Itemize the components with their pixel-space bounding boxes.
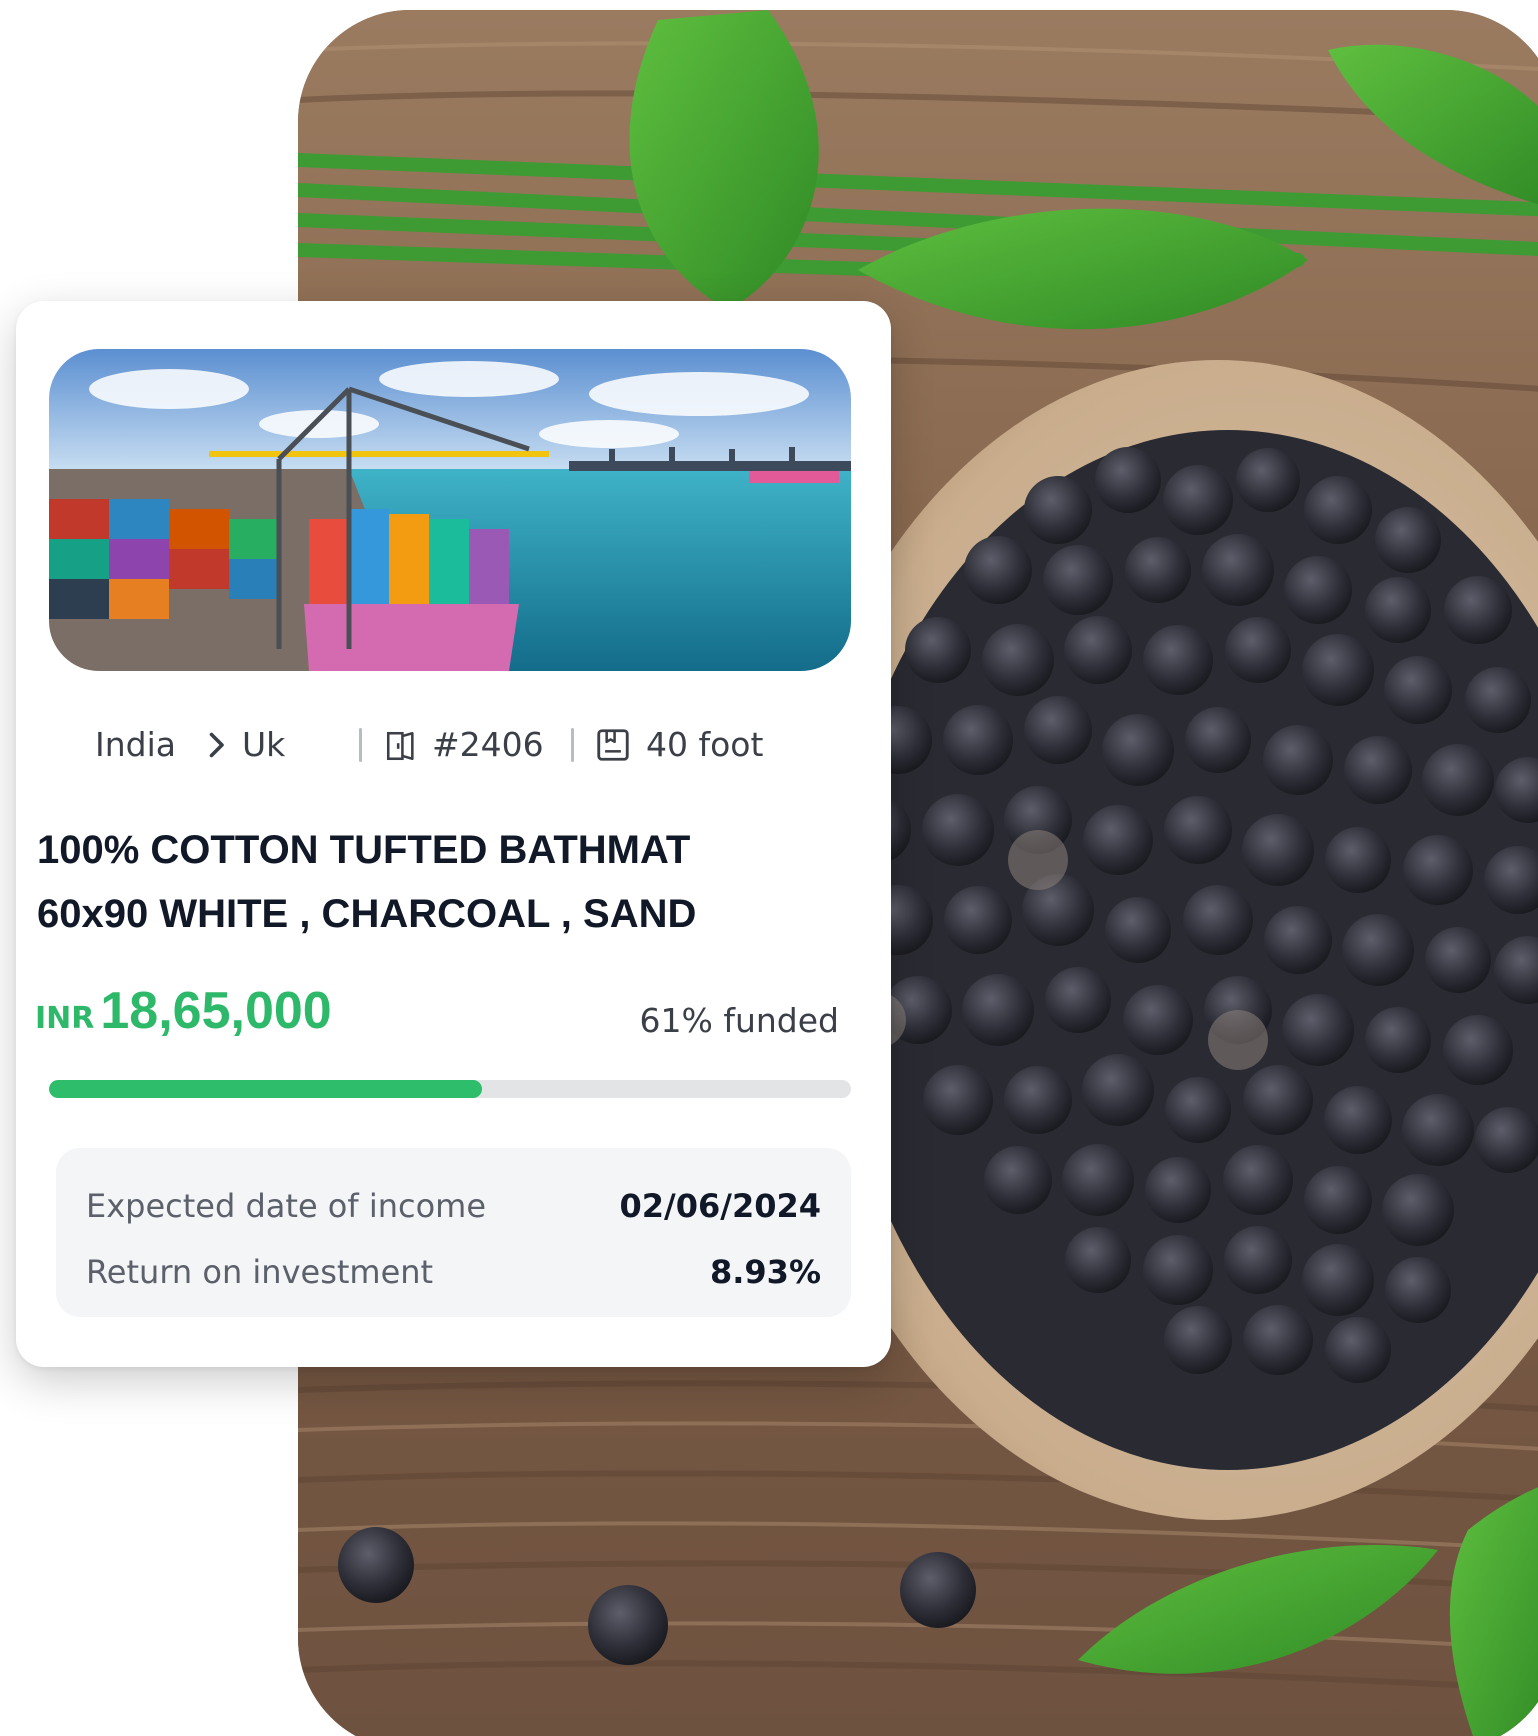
amount-value: 18,65,000: [100, 982, 332, 1040]
port-image: [49, 349, 851, 671]
cargo-box-icon: [597, 729, 629, 761]
expected-income-row: Expected date of income 02/06/2024: [86, 1182, 821, 1230]
container-door-icon: [386, 731, 414, 761]
chevron-right-icon: [209, 732, 224, 758]
roi-label: Return on investment: [86, 1253, 434, 1291]
container-port-art: [49, 349, 851, 671]
shipment-card[interactable]: India Uk #2406 40 foot 100% COTTON TUFTE…: [16, 301, 891, 1367]
roi-value: 8.93%: [709, 1253, 821, 1291]
expected-income-label: Expected date of income: [86, 1187, 487, 1225]
product-title: 100% COTTON TUFTED BATHMAT 60x90 WHITE ,…: [37, 818, 837, 946]
funding-progress-fill: [49, 1080, 483, 1098]
funded-percent-label: 61% funded: [639, 1001, 839, 1040]
funding-progress-bar: [49, 1080, 851, 1098]
currency-code: INR: [35, 1001, 95, 1036]
expected-income-value: 02/06/2024: [619, 1187, 822, 1225]
product-title-line-2: 60x90 WHITE , CHARCOAL , SAND: [37, 892, 697, 936]
destination-country: Uk: [242, 725, 286, 764]
container-id: #2406: [432, 725, 544, 764]
investment-details: Expected date of income 02/06/2024 Retur…: [56, 1148, 851, 1317]
origin-country: India: [95, 725, 176, 764]
funding-amount: INR 18,65,000: [35, 981, 332, 1051]
shipment-meta: India Uk #2406 40 foot: [16, 721, 891, 769]
meta-divider: [359, 728, 362, 762]
meta-divider: [571, 728, 574, 762]
container-size: 40 foot: [646, 725, 764, 764]
page: India Uk #2406 40 foot 100% COTTON TUFTE…: [0, 0, 1538, 1736]
roi-row: Return on investment 8.93%: [86, 1248, 821, 1296]
product-title-line-1: 100% COTTON TUFTED BATHMAT: [37, 828, 691, 872]
